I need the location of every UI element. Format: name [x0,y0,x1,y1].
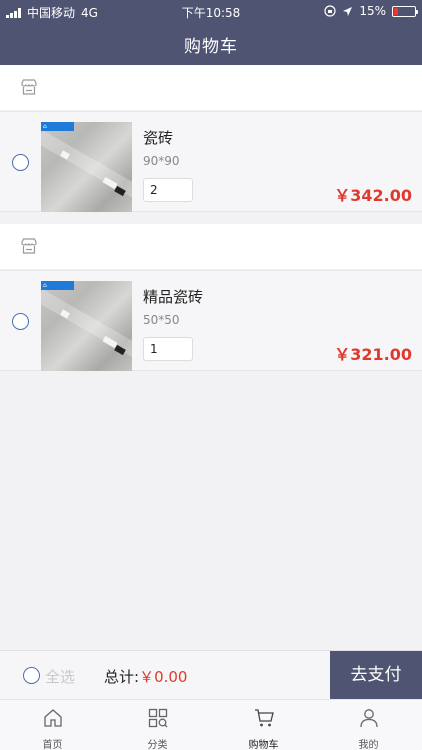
phone-screen: 中国移动 4G 下午10:58 15% 购物车 ⌂ 瓷砖 90*90 2 ￥34… [0,0,422,750]
item-name: 精品瓷砖 [143,288,204,306]
product-image[interactable]: ⌂ [41,122,132,212]
tab-profile-label: 我的 [358,740,379,750]
brand-logo-icon: ⌂ [41,122,74,131]
store-icon [21,79,37,95]
item-select-radio[interactable] [12,154,29,171]
tab-profile[interactable]: 我的 [316,700,421,750]
rotation-lock-icon [324,5,336,17]
select-all-radio[interactable] [23,667,40,684]
brand-logo-icon: ⌂ [41,281,74,290]
item-spec: 90*90 [143,154,180,168]
category-icon [148,708,168,728]
item-spec: 50*50 [143,313,180,327]
item-select-radio[interactable] [12,313,29,330]
home-icon [44,709,62,727]
tab-cart-label: 购物车 [248,740,279,750]
item-name: 瓷砖 [143,129,174,147]
cart-icon [255,709,274,727]
quantity-input[interactable]: 1 [143,337,193,361]
tab-category[interactable]: 分类 [105,700,210,750]
tab-category-label: 分类 [147,740,168,750]
tab-home-label: 首页 [42,740,63,750]
checkout-bar: 全选 总计:￥0.00 去支付 [0,650,422,700]
total-label: 总计: [104,668,140,686]
store-icon [21,238,37,254]
shop-header[interactable] [0,65,422,110]
item-price: ￥321.00 [334,345,412,364]
profile-icon [360,709,378,728]
shop-header[interactable] [0,224,422,269]
quantity-input[interactable]: 2 [143,178,193,202]
pay-button[interactable]: 去支付 [330,651,422,700]
total-summary: 总计:￥0.00 [104,666,187,687]
item-price: ￥342.00 [334,186,412,205]
tab-cart[interactable]: 购物车 [211,700,316,750]
select-all-label[interactable]: 全选 [45,666,75,687]
status-bar: 中国移动 4G 下午10:58 15% [0,0,422,22]
status-right: 15% [324,4,418,18]
tab-bar: 首页 分类 购物车 我的 [0,699,422,750]
location-icon [343,6,353,16]
page-title: 购物车 [184,37,238,57]
total-value: ￥0.00 [139,668,188,686]
battery-icon [392,5,418,17]
cart-item-row: ⌂ 精品瓷砖 50*50 1 ￥321.00 [0,270,422,371]
battery-percent: 15% [359,4,386,18]
top-header: 中国移动 4G 下午10:58 15% 购物车 [0,0,422,65]
tab-home[interactable]: 首页 [0,700,105,750]
cart-item-row: ⌂ 瓷砖 90*90 2 ￥342.00 [0,111,422,212]
product-image[interactable]: ⌂ [41,281,132,371]
